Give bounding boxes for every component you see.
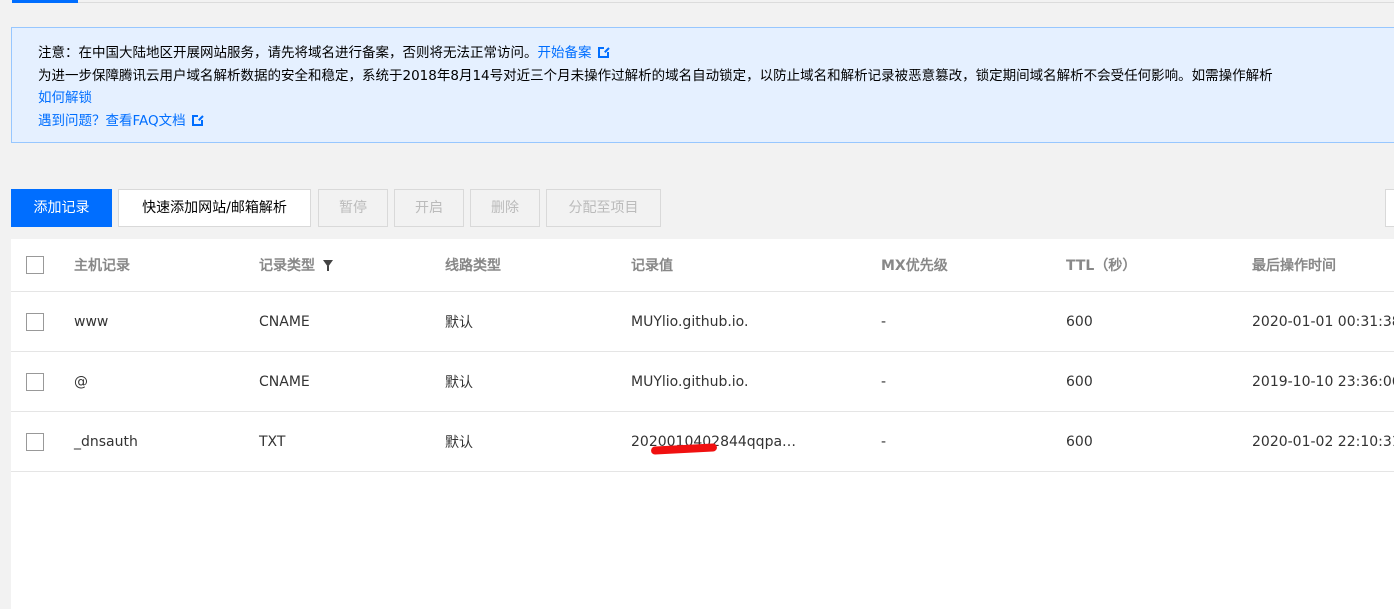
cell-mx: - bbox=[881, 433, 887, 450]
row-checkbox[interactable] bbox=[26, 372, 44, 391]
start-filing-link[interactable]: 开始备案 bbox=[538, 45, 592, 61]
cell-mx: - bbox=[881, 373, 887, 390]
cell-type: CNAME bbox=[259, 313, 310, 330]
header-value: 记录值 bbox=[631, 258, 673, 274]
header-mx: MX优先级 bbox=[881, 258, 948, 274]
notice-line-2: 为进一步保障腾讯云用户域名解析数据的安全和稳定，系统于2018年8月14号对近三… bbox=[38, 67, 1273, 84]
cell-mx: - bbox=[881, 313, 887, 330]
cell-last-op: 2019-10-10 23:36:06 bbox=[1252, 373, 1394, 390]
cell-type: CNAME bbox=[259, 373, 310, 390]
select-all-checkbox[interactable] bbox=[26, 256, 44, 274]
header-type: 记录类型 bbox=[259, 239, 333, 291]
cell-host: @ bbox=[74, 373, 88, 390]
notice-filing-text: 注意：在中国大陆地区开展网站服务，请先将域名进行备案，否则将无法正常访问。 bbox=[38, 45, 538, 61]
delete-button[interactable]: 删除 bbox=[470, 189, 540, 227]
header-ttl: TTL（秒） bbox=[1066, 258, 1137, 274]
cell-value: 2020010402844qqpa… bbox=[631, 433, 797, 450]
cell-last-op: 2020-01-01 00:31:38 bbox=[1252, 313, 1394, 330]
header-last-op: 最后操作时间 bbox=[1252, 258, 1336, 274]
notice-line-3: 如何解锁 bbox=[38, 87, 1394, 110]
header-type-label: 记录类型 bbox=[259, 258, 315, 274]
table-header-row: 主机记录 记录类型 线路类型 记录值 MX优先级 TTL（秒） 最后操作时间 bbox=[11, 239, 1394, 292]
cell-value: MUYlio.github.io. bbox=[631, 313, 749, 330]
quick-add-button[interactable]: 快速添加网站/邮箱解析 bbox=[118, 189, 311, 227]
cell-last-op: 2020-01-02 22:10:31 bbox=[1252, 433, 1394, 450]
cell-ttl: 600 bbox=[1066, 433, 1093, 450]
cell-ttl: 600 bbox=[1066, 373, 1093, 390]
cell-ttl: 600 bbox=[1066, 313, 1093, 330]
search-box-edge[interactable] bbox=[1385, 189, 1394, 227]
cell-host: _dnsauth bbox=[74, 433, 138, 450]
external-link-icon[interactable] bbox=[597, 46, 610, 58]
cell-value: MUYlio.github.io. bbox=[631, 373, 749, 390]
table-row: _dnsauth TXT 默认 2020010402844qqpa… - 600… bbox=[11, 412, 1394, 472]
table-row: @ CNAME 默认 MUYlio.github.io. - 600 2019-… bbox=[11, 352, 1394, 412]
active-tab-indicator bbox=[12, 0, 78, 3]
filter-icon[interactable] bbox=[323, 259, 333, 271]
enable-button[interactable]: 开启 bbox=[394, 189, 464, 227]
cell-line: 默认 bbox=[445, 434, 473, 451]
add-record-button[interactable]: 添加记录 bbox=[11, 189, 112, 227]
row-checkbox[interactable] bbox=[26, 432, 44, 451]
notice-line-4: 遇到问题？查看FAQ文档 bbox=[38, 110, 1394, 133]
cell-host: www bbox=[74, 313, 109, 330]
table-row: www CNAME 默认 MUYlio.github.io. - 600 202… bbox=[11, 292, 1394, 352]
records-table: 主机记录 记录类型 线路类型 记录值 MX优先级 TTL（秒） 最后操作时间 w… bbox=[11, 239, 1394, 609]
row-checkbox[interactable] bbox=[26, 312, 44, 331]
notice-banner: 注意：在中国大陆地区开展网站服务，请先将域名进行备案，否则将无法正常访问。开始备… bbox=[11, 27, 1394, 143]
header-line: 线路类型 bbox=[445, 258, 501, 274]
how-to-unlock-link[interactable]: 如何解锁 bbox=[38, 90, 92, 106]
tab-bar-border bbox=[78, 2, 1394, 3]
header-host: 主机记录 bbox=[74, 258, 130, 274]
cell-line: 默认 bbox=[445, 374, 473, 391]
pause-button[interactable]: 暂停 bbox=[318, 189, 388, 227]
notice-line-1: 注意：在中国大陆地区开展网站服务，请先将域名进行备案，否则将无法正常访问。开始备… bbox=[38, 42, 1394, 65]
external-link-icon[interactable] bbox=[191, 113, 204, 126]
cell-line: 默认 bbox=[445, 314, 473, 331]
cell-type: TXT bbox=[259, 433, 286, 450]
faq-link[interactable]: 遇到问题？查看FAQ文档 bbox=[38, 113, 186, 129]
assign-project-button[interactable]: 分配至项目 bbox=[546, 189, 661, 227]
